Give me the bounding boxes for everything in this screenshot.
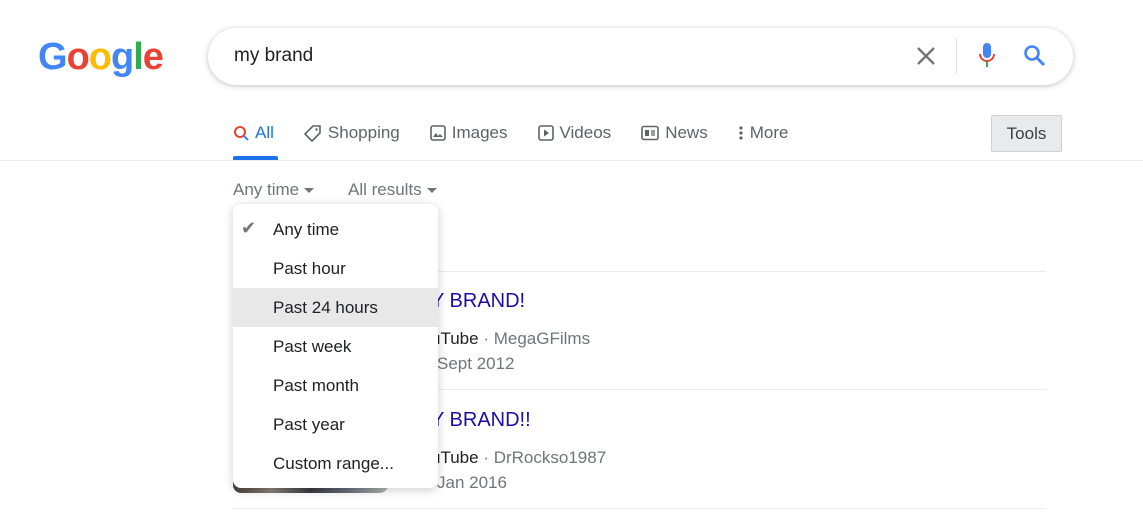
results-filter-label: All results: [348, 180, 422, 199]
menu-item-custom-range[interactable]: Custom range...: [233, 444, 438, 483]
menu-item-past-month[interactable]: Past month: [233, 366, 438, 405]
result-title[interactable]: Y BRAND!!: [431, 409, 531, 432]
result-date: Sept 2012: [437, 354, 515, 373]
tab-videos[interactable]: Videos: [537, 122, 612, 144]
menu-item-label: Past year: [273, 414, 345, 434]
caret-down-icon: [426, 188, 437, 194]
menu-item-any-time[interactable]: ✔ Any time: [233, 210, 438, 249]
result-channel: MegaGFilms: [493, 329, 591, 348]
tab-label: Videos: [559, 123, 612, 142]
tag-icon: [303, 125, 321, 142]
result-source: uTube · DrRockso1987: [431, 448, 606, 468]
more-vert-icon: [739, 126, 743, 140]
tab-label: More: [749, 123, 789, 142]
tab-label: All: [255, 123, 274, 142]
result-site: uTube: [431, 329, 479, 348]
menu-item-label: Past month: [273, 375, 359, 395]
play-icon: [537, 125, 554, 141]
menu-item-past-hour[interactable]: Past hour: [233, 249, 438, 288]
tab-news[interactable]: News: [641, 122, 708, 144]
time-filter-dropdown[interactable]: Any time: [233, 180, 315, 200]
microphone-icon[interactable]: [977, 41, 997, 71]
separator-dot: ·: [483, 329, 489, 348]
search-icon: [234, 126, 249, 141]
menu-item-label: Past week: [273, 336, 352, 356]
result-title[interactable]: Y BRAND!: [431, 290, 525, 313]
menu-item-past-24-hours[interactable]: Past 24 hours: [233, 288, 438, 327]
result-site: uTube: [431, 448, 479, 467]
result-source: uTube · MegaGFilms: [431, 329, 590, 349]
tab-shopping[interactable]: Shopping: [303, 122, 400, 144]
tab-more[interactable]: More: [738, 122, 789, 144]
tab-label: News: [665, 123, 708, 142]
clear-icon[interactable]: [916, 46, 936, 66]
divider: [956, 38, 957, 74]
menu-item-label: Past 24 hours: [273, 297, 378, 317]
separator-dot: ·: [483, 448, 489, 467]
search-tabs: All Shopping Images Videos News More: [233, 122, 818, 144]
time-filter-menu: ✔ Any time Past hour Past 24 hours Past w…: [233, 204, 438, 488]
caret-down-icon: [304, 188, 315, 194]
search-input[interactable]: my brand: [234, 45, 313, 67]
tab-label: Images: [451, 123, 508, 142]
menu-item-label: Past hour: [273, 258, 346, 278]
time-filter-label: Any time: [233, 180, 300, 199]
news-icon: [641, 125, 659, 141]
checkmark-icon: ✔: [241, 218, 257, 238]
google-logo[interactable]: Google: [38, 36, 164, 79]
menu-item-past-year[interactable]: Past year: [233, 405, 438, 444]
search-icon[interactable]: [1023, 44, 1047, 68]
results-filter-dropdown[interactable]: All results: [348, 180, 437, 200]
divider: [233, 508, 1046, 509]
tab-images[interactable]: Images: [429, 122, 508, 144]
search-box[interactable]: my brand: [208, 28, 1073, 85]
menu-item-label: Custom range...: [273, 453, 394, 473]
result-date: Jan 2016: [437, 473, 507, 492]
tab-all[interactable]: All: [233, 122, 274, 144]
result-channel: DrRockso1987: [493, 448, 607, 467]
menu-item-label: Any time: [273, 219, 340, 239]
divider: [0, 160, 1143, 161]
menu-item-past-week[interactable]: Past week: [233, 327, 438, 366]
tools-button[interactable]: Tools: [991, 115, 1062, 152]
image-icon: [429, 125, 446, 141]
tab-label: Shopping: [327, 123, 400, 142]
